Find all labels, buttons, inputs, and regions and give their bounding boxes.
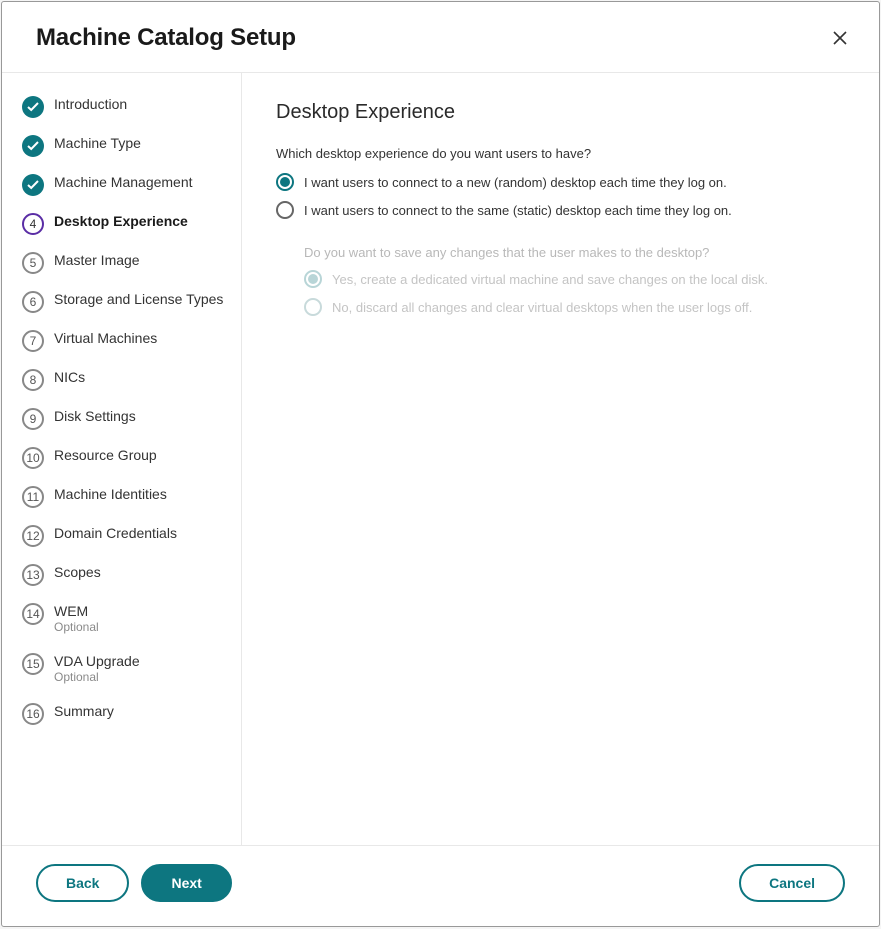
radio-random-desktop[interactable]: I want users to connect to a new (random… [276, 173, 845, 191]
wizard-sidebar: Introduction Machine Type Machine Manage… [2, 73, 242, 845]
sidebar-step-disk-settings[interactable]: 9 Disk Settings [22, 407, 231, 430]
step-number-icon: 6 [22, 291, 44, 313]
sidebar-step-domain-credentials[interactable]: 12 Domain Credentials [22, 524, 231, 547]
sidebar-step-desktop-experience[interactable]: 4 Desktop Experience [22, 212, 231, 235]
cancel-button[interactable]: Cancel [739, 864, 845, 902]
step-number-icon: 9 [22, 408, 44, 430]
sidebar-step-nics[interactable]: 8 NICs [22, 368, 231, 391]
check-icon [22, 174, 44, 196]
step-label: Desktop Experience [54, 212, 188, 230]
sidebar-step-introduction[interactable]: Introduction [22, 95, 231, 118]
step-label: Machine Identities [54, 485, 167, 503]
step-label: Master Image [54, 251, 140, 269]
machine-catalog-setup-dialog: Machine Catalog Setup Introduction Machi… [1, 1, 880, 927]
radio-icon [304, 298, 322, 316]
step-sublabel: Optional [54, 670, 140, 686]
sidebar-step-scopes[interactable]: 13 Scopes [22, 563, 231, 586]
step-label: WEM [54, 602, 99, 620]
step-sublabel: Optional [54, 620, 99, 636]
step-number-icon: 10 [22, 447, 44, 469]
radio-icon [276, 201, 294, 219]
sidebar-step-machine-identities[interactable]: 11 Machine Identities [22, 485, 231, 508]
sidebar-step-wem[interactable]: 14 WEM Optional [22, 602, 231, 636]
step-number-icon: 5 [22, 252, 44, 274]
step-label: NICs [54, 368, 85, 386]
sidebar-step-resource-group[interactable]: 10 Resource Group [22, 446, 231, 469]
step-number-icon: 8 [22, 369, 44, 391]
step-number-icon: 15 [22, 653, 44, 675]
radio-save-changes-no: No, discard all changes and clear virtua… [304, 298, 845, 316]
back-button[interactable]: Back [36, 864, 129, 902]
step-label: Domain Credentials [54, 524, 177, 542]
radio-label: No, discard all changes and clear virtua… [332, 300, 752, 315]
sidebar-step-machine-type[interactable]: Machine Type [22, 134, 231, 157]
step-number-icon: 14 [22, 603, 44, 625]
dialog-body: Introduction Machine Type Machine Manage… [2, 73, 879, 845]
save-changes-question: Do you want to save any changes that the… [304, 245, 845, 260]
radio-icon [276, 173, 294, 191]
radio-label: I want users to connect to the same (sta… [304, 203, 732, 218]
step-label: Summary [54, 702, 114, 720]
step-label: Virtual Machines [54, 329, 157, 347]
step-label: Scopes [54, 563, 101, 581]
step-label: Machine Type [54, 134, 141, 152]
radio-label: Yes, create a dedicated virtual machine … [332, 272, 768, 287]
step-label: VDA Upgrade [54, 652, 140, 670]
radio-label: I want users to connect to a new (random… [304, 175, 727, 190]
desktop-experience-question: Which desktop experience do you want use… [276, 146, 845, 161]
step-label: Storage and License Types [54, 290, 223, 308]
wizard-content: Desktop Experience Which desktop experie… [242, 73, 879, 845]
step-label: Disk Settings [54, 407, 136, 425]
check-icon [22, 96, 44, 118]
step-number-icon: 11 [22, 486, 44, 508]
step-label: Machine Management [54, 173, 193, 191]
sidebar-step-master-image[interactable]: 5 Master Image [22, 251, 231, 274]
save-changes-section: Do you want to save any changes that the… [304, 245, 845, 316]
footer-left: Back Next [36, 864, 232, 902]
radio-icon [304, 270, 322, 288]
radio-save-changes-yes: Yes, create a dedicated virtual machine … [304, 270, 845, 288]
step-number-icon: 16 [22, 703, 44, 725]
dialog-header: Machine Catalog Setup [2, 2, 879, 73]
sidebar-step-machine-management[interactable]: Machine Management [22, 173, 231, 196]
step-label: Resource Group [54, 446, 157, 464]
step-label: Introduction [54, 95, 127, 113]
radio-static-desktop[interactable]: I want users to connect to the same (sta… [276, 201, 845, 219]
step-number-icon: 4 [22, 213, 44, 235]
sidebar-step-summary[interactable]: 16 Summary [22, 702, 231, 725]
step-number-icon: 7 [22, 330, 44, 352]
check-icon [22, 135, 44, 157]
step-number-icon: 13 [22, 564, 44, 586]
next-button[interactable]: Next [141, 864, 231, 902]
sidebar-step-vda-upgrade[interactable]: 15 VDA Upgrade Optional [22, 652, 231, 686]
dialog-title: Machine Catalog Setup [36, 24, 296, 52]
sidebar-step-storage-license[interactable]: 6 Storage and License Types [22, 290, 231, 313]
step-number-icon: 12 [22, 525, 44, 547]
sidebar-step-virtual-machines[interactable]: 7 Virtual Machines [22, 329, 231, 352]
dialog-footer: Back Next Cancel [2, 845, 879, 926]
page-title: Desktop Experience [276, 101, 845, 124]
close-icon[interactable] [831, 29, 849, 47]
